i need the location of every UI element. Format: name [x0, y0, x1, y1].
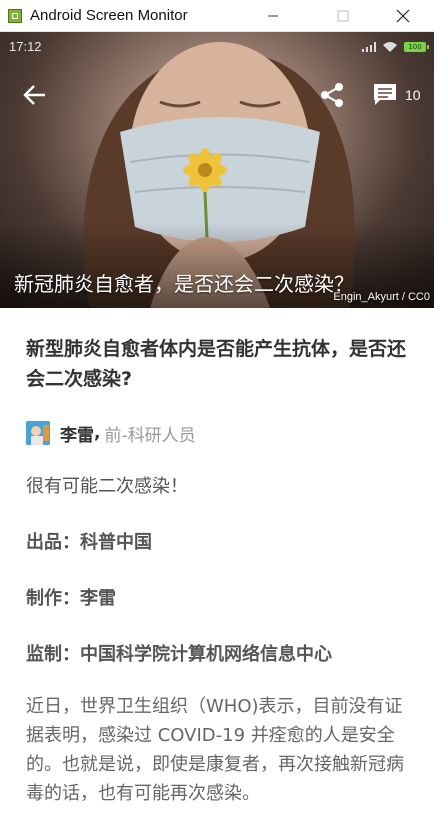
author-row[interactable]: 李雷 , 前-科研人员	[26, 420, 411, 446]
hero-image: 17:12 100 10 新冠肺炎自愈者，是否还会二次感染？ Engin_Aky…	[0, 32, 434, 308]
signal-icon	[362, 42, 376, 52]
avatar-image	[26, 421, 50, 445]
hero-photo	[0, 42, 434, 308]
app-icon	[8, 9, 22, 23]
meta-value: 李雷	[80, 588, 116, 609]
close-icon	[396, 9, 410, 23]
meta-supervisor: 监制：中国科学院计算机网络信息中心	[26, 640, 411, 669]
share-button[interactable]	[320, 82, 344, 108]
avatar[interactable]	[26, 421, 50, 445]
comment-button[interactable]	[372, 82, 398, 108]
status-time: 17:12	[9, 39, 42, 54]
share-icon	[321, 83, 343, 107]
article-body: 新型肺炎自愈者体内是否能产生抗体，是否还会二次感染? 李雷 , 前-科研人员 很…	[26, 308, 411, 826]
hero-title: 新冠肺炎自愈者，是否还会二次感染？	[14, 272, 354, 296]
image-credit: Engin_Akyurt / CC0	[333, 291, 430, 303]
question-title: 新型肺炎自愈者体内是否能产生抗体，是否还会二次感染?	[26, 338, 407, 390]
comment-count: 10	[405, 87, 421, 103]
minimize-icon	[268, 15, 278, 17]
author-separator: ,	[94, 423, 101, 443]
minimize-button[interactable]	[250, 0, 296, 32]
meta-label: 出品：	[26, 532, 80, 553]
meta-maker: 制作：李雷	[26, 584, 411, 613]
back-button[interactable]	[22, 82, 48, 108]
body-paragraph: 近日，世界卫生组织（WHO)表示，目前没有证据表明，感染过 COVID-19 并…	[26, 696, 404, 804]
meta-label: 制作：	[26, 588, 80, 609]
maximize-icon	[337, 10, 349, 22]
author-name[interactable]: 李雷	[60, 421, 94, 446]
meta-value: 中国科学院计算机网络信息中心	[80, 644, 332, 665]
lead-paragraph: 很有可能二次感染！	[26, 476, 188, 497]
maximize-button[interactable]	[320, 0, 366, 32]
author-title: 前-科研人员	[104, 425, 196, 446]
window-title: Android Screen Monitor	[30, 7, 188, 24]
battery-icon: 100	[404, 42, 429, 52]
status-bar: 17:12 100	[0, 32, 434, 60]
wifi-icon	[383, 42, 397, 52]
meta-label: 监制：	[26, 644, 80, 665]
meta-producer: 出品：科普中国	[26, 528, 411, 557]
back-arrow-icon	[23, 85, 45, 105]
close-button[interactable]	[380, 0, 426, 32]
meta-value: 科普中国	[80, 532, 152, 553]
comment-icon	[374, 84, 396, 105]
status-icons: 100	[362, 41, 429, 53]
window-titlebar: Android Screen Monitor	[0, 0, 434, 32]
